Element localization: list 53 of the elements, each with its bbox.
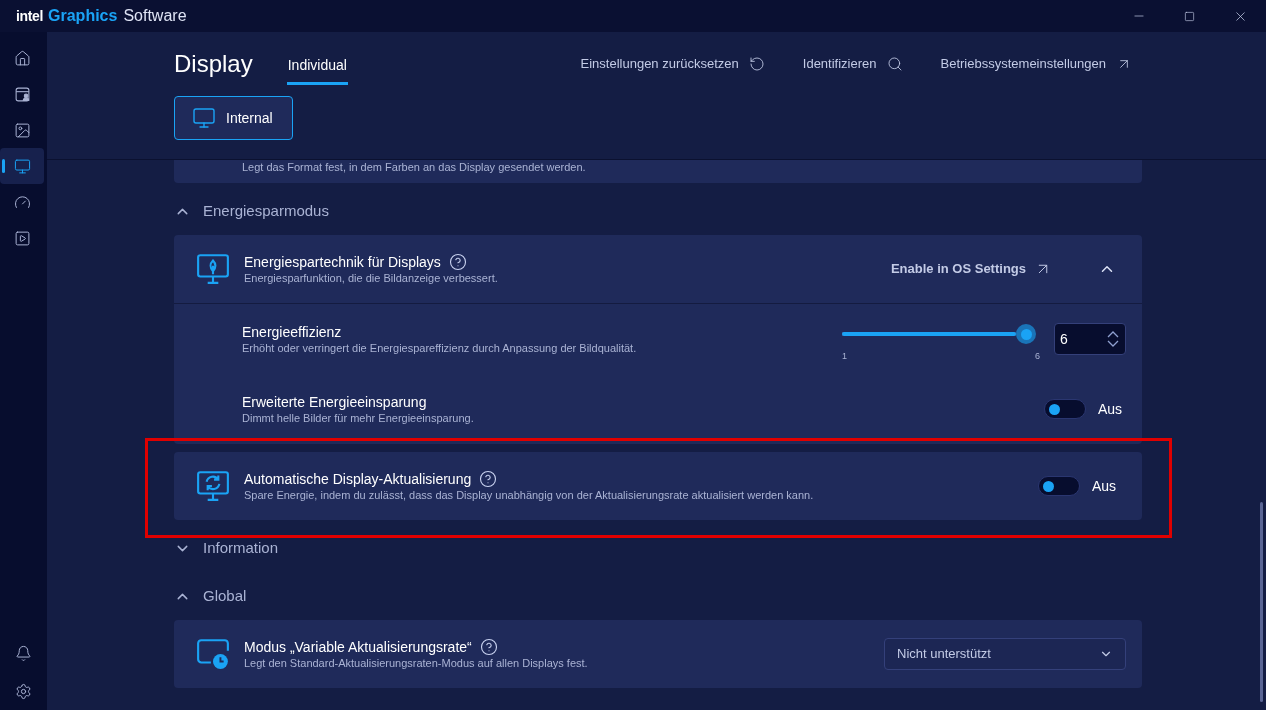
section-header[interactable]: Energiesparmodus: [174, 183, 1142, 231]
header-action-button[interactable]: Einstellungen zurücksetzen: [580, 54, 765, 74]
slider-thumb[interactable]: [1016, 324, 1036, 345]
stepper-arrows-icon[interactable]: [1106, 330, 1120, 348]
setting-description: Energiesparfunktion, die die Bildanzeige verbessert.: [244, 270, 499, 286]
page-title: Display: [174, 49, 253, 79]
section-header[interactable]: Information: [174, 520, 1142, 568]
toggle-switch[interactable]: [1044, 399, 1086, 419]
section-header[interactable]: Global: [174, 568, 1142, 616]
enable-os-settings-link[interactable]: Enable in OS Settings: [890, 259, 1052, 279]
mode-dropdown[interactable]: Nicht unterstützt: [884, 638, 1126, 670]
app-title: Software: [123, 6, 187, 26]
help-icon[interactable]: [448, 252, 467, 271]
monitor-icon: [196, 637, 230, 671]
setting-description: Erhöht oder verringert die Energiespareffizienz durch Anpassung der Bildqualität.: [242, 340, 638, 356]
setting-title: Energieeffizienz: [242, 322, 342, 341]
slider-max-label: 6: [1035, 350, 1040, 364]
app-title-accent: Graphics: [48, 6, 118, 26]
setting-description: Legt das Format fest, in dem Farben an das Display gesendet werden.: [242, 160, 586, 175]
help-icon[interactable]: [479, 637, 498, 656]
setting-description: Legt den Standard-Aktualisierungsraten-Modus auf allen Displays fest.: [244, 655, 589, 671]
toggle-state-label: Aus: [1092, 476, 1118, 496]
setting-title: Automatische Display-Aktualisierung: [244, 469, 472, 488]
brand-logo: intel: [16, 6, 44, 26]
toggle-switch[interactable]: [1038, 476, 1080, 496]
display-selector-button[interactable]: Internal: [174, 96, 293, 140]
monitor-icon: [196, 469, 230, 503]
help-icon[interactable]: [479, 469, 498, 488]
home-icon: [13, 49, 31, 67]
image-icon: [13, 121, 31, 139]
gauge-icon: [13, 193, 31, 211]
profile-icon: [13, 85, 31, 103]
monitor-icon: [196, 252, 230, 286]
monitor-icon: [13, 157, 31, 175]
notifications-icon[interactable]: [15, 645, 32, 662]
monitor-icon: [192, 106, 216, 130]
maximize-icon[interactable]: [1184, 10, 1195, 22]
search-icon: [886, 56, 903, 72]
play-icon: [13, 229, 31, 247]
setting-description: Dimmt helle Bilder für mehr Energieeinsparung.: [242, 410, 475, 426]
setting-description: Spare Energie, indem du zulässt, dass das Display unabhängig von der Aktualisierungsrate aktualisiert werden kann.: [244, 487, 815, 503]
settings-icon[interactable]: [15, 683, 32, 700]
header-action-button[interactable]: Betriebssystemeinstellungen: [940, 54, 1132, 74]
header-action-button[interactable]: Identifizieren: [802, 54, 903, 74]
setting-title: Modus „Variable Aktualisierungsrate“: [244, 637, 472, 656]
sidebar-item[interactable]: [0, 148, 44, 184]
setting-title: Erweiterte Energieeinsparung: [242, 392, 427, 411]
setting-title: Energiespartechnik für Displays: [244, 252, 441, 271]
number-stepper[interactable]: 6: [1054, 323, 1126, 355]
slider-min-label: 1: [842, 350, 847, 364]
tab[interactable]: Individual: [286, 49, 348, 85]
toggle-state-label: Aus: [1098, 399, 1124, 419]
reset-icon: [748, 56, 765, 72]
